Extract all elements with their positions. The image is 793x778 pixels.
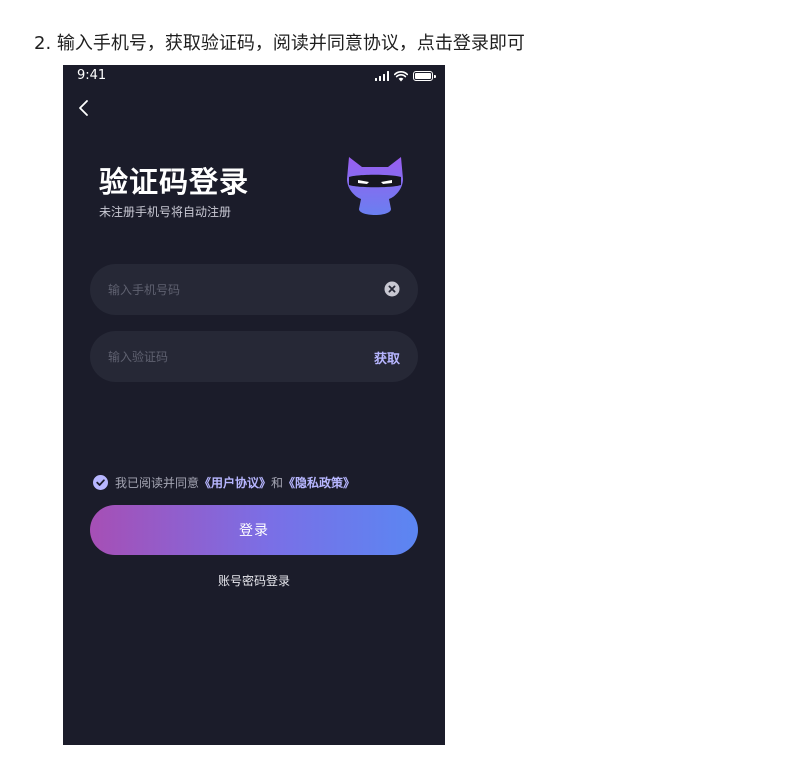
password-login-link[interactable]: 账号密码登录 — [63, 572, 445, 589]
phone-number-input[interactable] — [108, 264, 358, 315]
login-button-label: 登录 — [239, 523, 269, 539]
login-button[interactable]: 登录 — [90, 505, 418, 555]
verification-code-input[interactable] — [108, 331, 358, 382]
signal-icon — [374, 71, 389, 81]
page-title: 验证码登录 — [99, 165, 250, 199]
wifi-icon — [394, 70, 408, 81]
page-subtitle: 未注册手机号将自动注册 — [99, 205, 232, 219]
clear-icon[interactable] — [384, 281, 400, 297]
agreement-prefix: 我已阅读并同意 — [115, 475, 200, 490]
checkbox-checked-icon[interactable] — [93, 474, 108, 490]
agreement-conjunction: 和 — [271, 475, 284, 490]
get-code-button[interactable]: 获取 — [374, 348, 400, 367]
privacy-policy-link[interactable]: 《隐私政策》 — [283, 474, 355, 491]
status-bar: 9:41 — [63, 65, 445, 87]
verification-code-field[interactable]: 获取 — [90, 331, 418, 382]
status-time: 9:41 — [77, 68, 107, 83]
status-icons — [374, 70, 436, 82]
instruction-text: 2. 输入手机号，获取验证码，阅读并同意协议，点击登录即可 — [34, 33, 525, 54]
user-agreement-link[interactable]: 《用户协议》 — [199, 474, 271, 491]
back-chevron-icon[interactable] — [75, 97, 95, 119]
battery-icon — [413, 71, 436, 81]
phone-screen: 9:41 验证码登录 未注册手机号将自动注册 输入手机号码 输入验证码 获取 我… — [63, 65, 445, 745]
phone-number-field[interactable] — [90, 264, 418, 315]
agreement-row: 我已阅读并同意 《用户协议》 和 《隐私政策》 — [93, 473, 355, 491]
cat-mascot-icon — [347, 157, 403, 215]
